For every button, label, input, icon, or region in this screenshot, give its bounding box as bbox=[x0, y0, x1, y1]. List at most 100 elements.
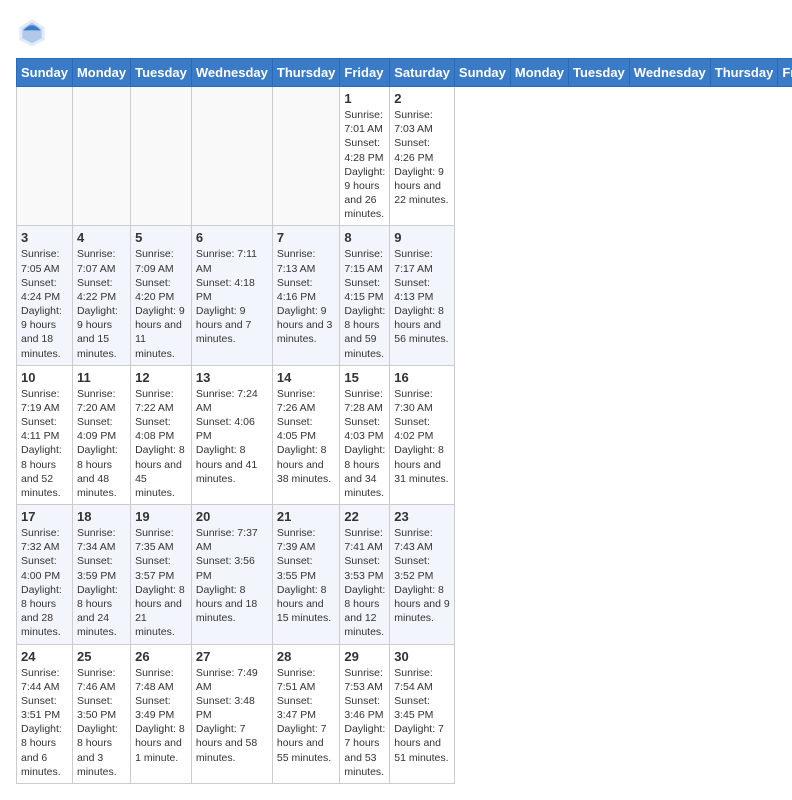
day-info: Sunrise: 7:22 AM Sunset: 4:08 PM Dayligh… bbox=[135, 387, 187, 500]
page-header bbox=[16, 16, 776, 48]
day-number: 23 bbox=[394, 509, 450, 524]
day-number: 20 bbox=[196, 509, 268, 524]
day-info: Sunrise: 7:26 AM Sunset: 4:05 PM Dayligh… bbox=[277, 387, 336, 486]
day-cell: 29 Sunrise: 7:53 AM Sunset: 3:46 PM Dayli… bbox=[340, 644, 390, 783]
day-info: Sunrise: 7:11 AM Sunset: 4:18 PM Dayligh… bbox=[196, 247, 268, 346]
header-wednesday: Wednesday bbox=[629, 59, 710, 87]
day-info: Sunrise: 7:53 AM Sunset: 3:46 PM Dayligh… bbox=[344, 666, 385, 779]
day-cell: 16 Sunrise: 7:30 AM Sunset: 4:02 PM Dayli… bbox=[390, 365, 455, 504]
day-info: Sunrise: 7:54 AM Sunset: 3:45 PM Dayligh… bbox=[394, 666, 450, 765]
header-tuesday: Tuesday bbox=[131, 59, 192, 87]
header-thursday: Thursday bbox=[710, 59, 778, 87]
day-number: 18 bbox=[77, 509, 126, 524]
day-number: 26 bbox=[135, 649, 187, 664]
day-number: 27 bbox=[196, 649, 268, 664]
day-number: 5 bbox=[135, 230, 187, 245]
day-number: 4 bbox=[77, 230, 126, 245]
day-number: 17 bbox=[21, 509, 68, 524]
header-saturday: Saturday bbox=[390, 59, 455, 87]
day-number: 16 bbox=[394, 370, 450, 385]
day-cell: 21Sunrise: 7:39 AM Sunset: 3:55 PM Dayli… bbox=[272, 505, 340, 644]
day-cell: 20 Sunrise: 7:37 AM Sunset: 3:56 PM Dayli… bbox=[191, 505, 272, 644]
day-number: 6 bbox=[196, 230, 268, 245]
header-tuesday: Tuesday bbox=[569, 59, 630, 87]
header-monday: Monday bbox=[510, 59, 568, 87]
day-cell: 17 Sunrise: 7:32 AM Sunset: 4:00 PM Dayli… bbox=[17, 505, 73, 644]
day-number: 29 bbox=[344, 649, 385, 664]
day-number: 13 bbox=[196, 370, 268, 385]
day-info: Sunrise: 7:15 AM Sunset: 4:15 PM Dayligh… bbox=[344, 247, 385, 360]
day-info: Sunrise: 7:48 AM Sunset: 3:49 PM Dayligh… bbox=[135, 666, 187, 765]
week-row-3: 10 Sunrise: 7:19 AM Sunset: 4:11 PM Dayli… bbox=[17, 365, 792, 504]
day-cell: 19Sunrise: 7:35 AM Sunset: 3:57 PM Dayli… bbox=[131, 505, 192, 644]
day-cell: 26 Sunrise: 7:48 AM Sunset: 3:49 PM Dayli… bbox=[131, 644, 192, 783]
day-cell: 2Sunrise: 7:03 AM Sunset: 4:26 PM Daylig… bbox=[390, 87, 455, 226]
day-cell: 30 Sunrise: 7:54 AM Sunset: 3:45 PM Dayli… bbox=[390, 644, 455, 783]
day-cell bbox=[272, 87, 340, 226]
day-info: Sunrise: 7:05 AM Sunset: 4:24 PM Dayligh… bbox=[21, 247, 68, 360]
day-number: 9 bbox=[394, 230, 450, 245]
day-number: 30 bbox=[394, 649, 450, 664]
day-cell: 23 Sunrise: 7:43 AM Sunset: 3:52 PM Dayli… bbox=[390, 505, 455, 644]
day-cell: 18 Sunrise: 7:34 AM Sunset: 3:59 PM Dayli… bbox=[72, 505, 130, 644]
calendar-header-row: SundayMondayTuesdayWednesdayThursdayFrid… bbox=[17, 59, 792, 87]
day-cell: 24 Sunrise: 7:44 AM Sunset: 3:51 PM Dayli… bbox=[17, 644, 73, 783]
header-wednesday: Wednesday bbox=[191, 59, 272, 87]
day-cell bbox=[191, 87, 272, 226]
logo bbox=[16, 16, 52, 48]
day-cell: 8 Sunrise: 7:15 AM Sunset: 4:15 PM Daylig… bbox=[340, 226, 390, 365]
day-cell: 15Sunrise: 7:28 AM Sunset: 4:03 PM Dayli… bbox=[340, 365, 390, 504]
day-info: Sunrise: 7:03 AM Sunset: 4:26 PM Dayligh… bbox=[394, 108, 450, 207]
day-number: 12 bbox=[135, 370, 187, 385]
day-info: Sunrise: 7:32 AM Sunset: 4:00 PM Dayligh… bbox=[21, 526, 68, 639]
day-info: Sunrise: 7:13 AM Sunset: 4:16 PM Dayligh… bbox=[277, 247, 336, 346]
header-thursday: Thursday bbox=[272, 59, 340, 87]
day-cell: 3 Sunrise: 7:05 AM Sunset: 4:24 PM Daylig… bbox=[17, 226, 73, 365]
calendar-table: SundayMondayTuesdayWednesdayThursdayFrid… bbox=[16, 58, 792, 784]
day-cell bbox=[72, 87, 130, 226]
day-number: 1 bbox=[344, 91, 385, 106]
header-sunday: Sunday bbox=[454, 59, 510, 87]
day-info: Sunrise: 7:37 AM Sunset: 3:56 PM Dayligh… bbox=[196, 526, 268, 625]
day-cell: 4Sunrise: 7:07 AM Sunset: 4:22 PM Daylig… bbox=[72, 226, 130, 365]
day-info: Sunrise: 7:44 AM Sunset: 3:51 PM Dayligh… bbox=[21, 666, 68, 779]
day-cell: 5 Sunrise: 7:09 AM Sunset: 4:20 PM Daylig… bbox=[131, 226, 192, 365]
day-number: 28 bbox=[277, 649, 336, 664]
day-cell: 11 Sunrise: 7:20 AM Sunset: 4:09 PM Dayli… bbox=[72, 365, 130, 504]
day-info: Sunrise: 7:30 AM Sunset: 4:02 PM Dayligh… bbox=[394, 387, 450, 486]
day-number: 8 bbox=[344, 230, 385, 245]
day-info: Sunrise: 7:19 AM Sunset: 4:11 PM Dayligh… bbox=[21, 387, 68, 500]
day-cell: 12 Sunrise: 7:22 AM Sunset: 4:08 PM Dayli… bbox=[131, 365, 192, 504]
week-row-2: 3 Sunrise: 7:05 AM Sunset: 4:24 PM Daylig… bbox=[17, 226, 792, 365]
day-cell: 7 Sunrise: 7:13 AM Sunset: 4:16 PM Daylig… bbox=[272, 226, 340, 365]
day-cell: 1 Sunrise: 7:01 AM Sunset: 4:28 PM Daylig… bbox=[340, 87, 390, 226]
day-info: Sunrise: 7:17 AM Sunset: 4:13 PM Dayligh… bbox=[394, 247, 450, 346]
day-number: 11 bbox=[77, 370, 126, 385]
day-cell: 28Sunrise: 7:51 AM Sunset: 3:47 PM Dayli… bbox=[272, 644, 340, 783]
day-cell: 25Sunrise: 7:46 AM Sunset: 3:50 PM Dayli… bbox=[72, 644, 130, 783]
day-info: Sunrise: 7:24 AM Sunset: 4:06 PM Dayligh… bbox=[196, 387, 268, 486]
day-number: 21 bbox=[277, 509, 336, 524]
day-number: 19 bbox=[135, 509, 187, 524]
day-info: Sunrise: 7:01 AM Sunset: 4:28 PM Dayligh… bbox=[344, 108, 385, 221]
day-info: Sunrise: 7:43 AM Sunset: 3:52 PM Dayligh… bbox=[394, 526, 450, 625]
day-number: 24 bbox=[21, 649, 68, 664]
day-cell bbox=[131, 87, 192, 226]
day-info: Sunrise: 7:20 AM Sunset: 4:09 PM Dayligh… bbox=[77, 387, 126, 500]
day-number: 15 bbox=[344, 370, 385, 385]
day-info: Sunrise: 7:34 AM Sunset: 3:59 PM Dayligh… bbox=[77, 526, 126, 639]
header-friday: Friday bbox=[340, 59, 390, 87]
day-number: 3 bbox=[21, 230, 68, 245]
day-number: 10 bbox=[21, 370, 68, 385]
header-monday: Monday bbox=[72, 59, 130, 87]
day-info: Sunrise: 7:49 AM Sunset: 3:48 PM Dayligh… bbox=[196, 666, 268, 765]
day-number: 7 bbox=[277, 230, 336, 245]
day-info: Sunrise: 7:09 AM Sunset: 4:20 PM Dayligh… bbox=[135, 247, 187, 360]
week-row-5: 24 Sunrise: 7:44 AM Sunset: 3:51 PM Dayli… bbox=[17, 644, 792, 783]
day-cell: 13 Sunrise: 7:24 AM Sunset: 4:06 PM Dayli… bbox=[191, 365, 272, 504]
day-cell: 6 Sunrise: 7:11 AM Sunset: 4:18 PM Daylig… bbox=[191, 226, 272, 365]
day-number: 14 bbox=[277, 370, 336, 385]
day-cell: 22Sunrise: 7:41 AM Sunset: 3:53 PM Dayli… bbox=[340, 505, 390, 644]
header-sunday: Sunday bbox=[17, 59, 73, 87]
week-row-4: 17 Sunrise: 7:32 AM Sunset: 4:00 PM Dayli… bbox=[17, 505, 792, 644]
